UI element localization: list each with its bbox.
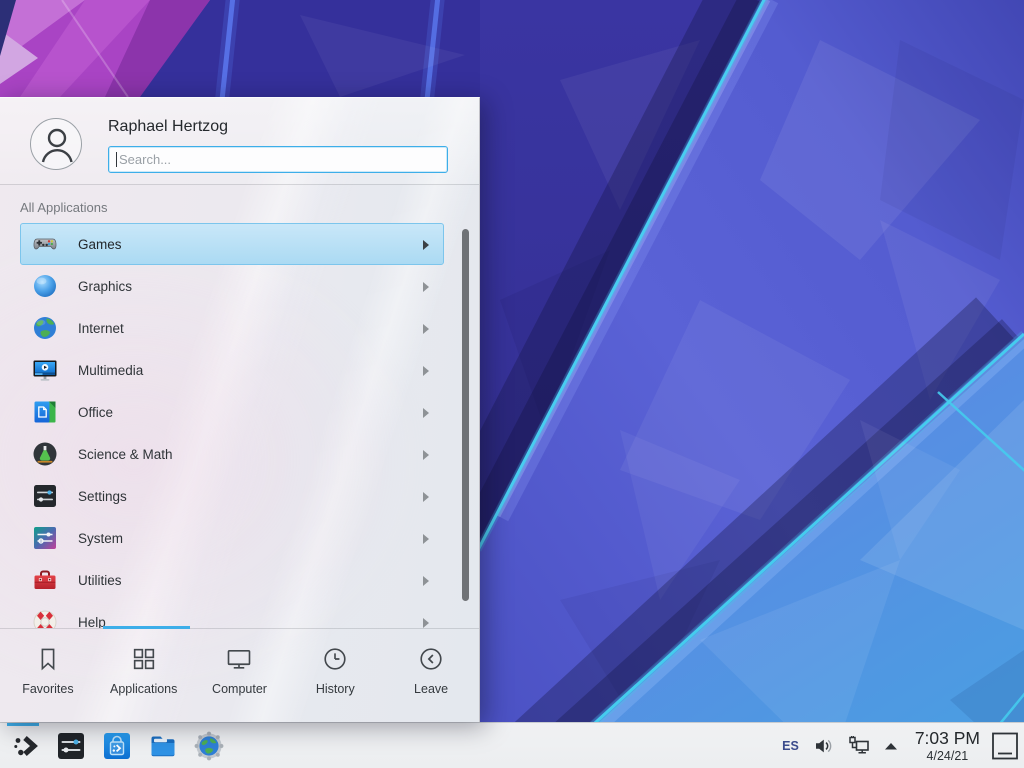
category-label: Science & Math (78, 447, 173, 462)
category-list: Games Graphics (0, 220, 479, 628)
category-graphics[interactable]: Graphics (20, 265, 444, 307)
submenu-arrow-icon (423, 366, 429, 376)
tab-leave[interactable]: Leave (383, 629, 479, 723)
category-office[interactable]: Office (20, 391, 444, 433)
network-button[interactable] (847, 734, 871, 758)
discover-bag-icon (102, 731, 132, 761)
bookmark-icon (34, 645, 62, 673)
category-multimedia[interactable]: Multimedia (20, 349, 444, 391)
folder-icon (148, 731, 178, 761)
leave-icon (417, 645, 445, 673)
list-scrollbar[interactable] (462, 229, 469, 601)
gamepad-icon (32, 231, 58, 257)
category-internet[interactable]: Internet (20, 307, 444, 349)
category-label: Games (78, 237, 122, 252)
tray-expander-button[interactable] (883, 740, 899, 752)
digital-clock[interactable]: 7:03 PM 4/24/21 (915, 730, 980, 762)
tab-computer[interactable]: Computer (192, 629, 288, 723)
file-manager-button[interactable] (140, 723, 186, 768)
submenu-arrow-icon (423, 450, 429, 460)
user-avatar[interactable] (30, 118, 82, 170)
submenu-arrow-icon (423, 324, 429, 334)
category-label: Graphics (78, 279, 132, 294)
tab-label: History (316, 682, 355, 696)
category-science-math[interactable]: Science & Math (20, 433, 444, 475)
documents-icon (32, 399, 58, 425)
tab-favorites[interactable]: Favorites (0, 629, 96, 723)
category-label: Office (78, 405, 113, 420)
application-launcher-button[interactable] (2, 723, 48, 768)
sliders-icon (32, 483, 58, 509)
keyboard-layout-indicator[interactable]: ES (782, 739, 799, 753)
browser-globe-icon (194, 731, 224, 761)
submenu-arrow-icon (423, 618, 429, 628)
category-utilities[interactable]: Utilities (20, 559, 444, 601)
show-desktop-button[interactable] (990, 730, 1020, 762)
category-label: Settings (78, 489, 127, 504)
tab-label: Applications (110, 682, 177, 696)
tab-label: Favorites (22, 682, 73, 696)
sphere-icon (32, 273, 58, 299)
text-caret (116, 152, 117, 167)
taskbar-launchers (2, 723, 232, 768)
user-name: Raphael Hertzog (108, 118, 228, 136)
search-field-wrap (108, 146, 448, 173)
tab-applications[interactable]: Applications (96, 629, 192, 723)
submenu-arrow-icon (423, 240, 429, 250)
volume-button[interactable] (813, 735, 835, 757)
submenu-arrow-icon (423, 576, 429, 586)
launcher-tabbar: Favorites Applications Computer His (0, 629, 479, 723)
tab-label: Computer (212, 682, 267, 696)
flask-icon (32, 441, 58, 467)
tab-label: Leave (414, 682, 448, 696)
category-system[interactable]: System (20, 517, 444, 559)
submenu-arrow-icon (423, 282, 429, 292)
monitor-play-icon (32, 357, 58, 383)
web-browser-button[interactable] (186, 723, 232, 768)
globe-icon (32, 315, 58, 341)
clock-icon (321, 645, 349, 673)
search-input[interactable] (108, 146, 448, 173)
system-tray: ES 7:03 PM 4/24/21 (782, 723, 1024, 768)
category-games[interactable]: Games (20, 223, 444, 265)
settings-icon (56, 731, 86, 761)
tab-history[interactable]: History (287, 629, 383, 723)
section-label: All Applications (20, 200, 107, 215)
category-label: Internet (78, 321, 124, 336)
volume-icon (813, 735, 835, 757)
computer-icon (225, 645, 253, 673)
lifebuoy-icon (32, 609, 58, 628)
category-help[interactable]: Help (20, 601, 444, 628)
category-label: System (78, 531, 123, 546)
grid-icon (130, 645, 158, 673)
header-divider (0, 184, 479, 185)
network-icon (847, 734, 871, 758)
category-label: Utilities (78, 573, 122, 588)
discover-button[interactable] (94, 723, 140, 768)
kde-launcher-icon (10, 731, 40, 761)
expand-caret-icon (883, 740, 899, 752)
submenu-arrow-icon (423, 492, 429, 502)
application-launcher-menu: Raphael Hertzog All Applications (0, 97, 480, 722)
submenu-arrow-icon (423, 534, 429, 544)
clock-time: 7:03 PM (915, 730, 980, 748)
submenu-arrow-icon (423, 408, 429, 418)
show-desktop-icon (991, 731, 1019, 761)
clock-date: 4/24/21 (915, 750, 980, 763)
category-label: Multimedia (78, 363, 143, 378)
active-task-indicator (7, 723, 39, 726)
category-label: Help (78, 615, 106, 629)
system-settings-button[interactable] (48, 723, 94, 768)
taskbar-panel: ES 7:03 PM 4/24/21 (0, 722, 1024, 768)
toolbox-icon (32, 567, 58, 593)
system-sliders-icon (32, 525, 58, 551)
category-settings[interactable]: Settings (20, 475, 444, 517)
